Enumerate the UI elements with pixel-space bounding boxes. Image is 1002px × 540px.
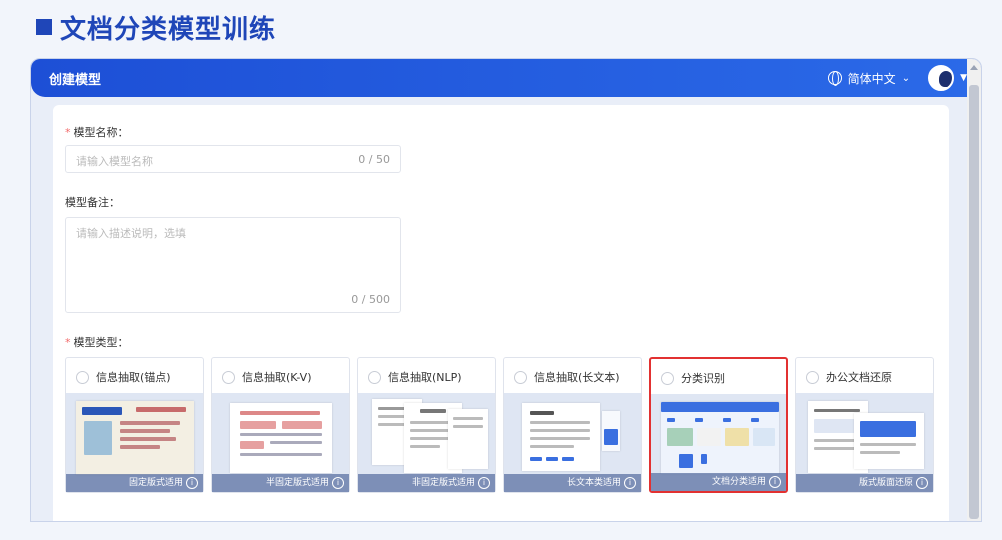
- info-icon[interactable]: i: [624, 477, 636, 489]
- page-title: 创建模型: [49, 72, 102, 88]
- radio-button[interactable]: [368, 371, 381, 384]
- preview-image: 半固定版式适用 i: [212, 393, 349, 492]
- model-type-caption: 文档分类适用: [651, 473, 786, 491]
- model-type-name: 信息抽取(K-V): [242, 371, 312, 384]
- user-menu-caret-icon[interactable]: ▼: [960, 73, 967, 83]
- info-icon[interactable]: i: [769, 476, 781, 488]
- header-actions: 简体中文 ⌄ ▼: [827, 65, 967, 91]
- slide-title-text: 文档分类模型训练: [60, 14, 277, 45]
- model-type-caption: 非固定版式适用: [358, 474, 495, 492]
- info-icon[interactable]: i: [332, 477, 344, 489]
- model-name-label: * 模型名称：: [65, 126, 129, 139]
- model-type-caption: 长文本类适用: [504, 474, 641, 492]
- vertical-scrollbar[interactable]: [967, 59, 981, 521]
- model-type-name: 信息抽取(锚点): [96, 371, 171, 384]
- chevron-down-icon[interactable]: ⌄: [902, 73, 910, 84]
- preview-image: 固定版式适用 i: [66, 393, 203, 492]
- model-remark-label: 模型备注：: [65, 196, 120, 209]
- info-icon[interactable]: i: [186, 477, 198, 489]
- model-remark-textarea[interactable]: 请输入描述说明，选填 0 / 500: [65, 217, 401, 313]
- preview-image: 非固定版式适用 i: [358, 393, 495, 492]
- model-type-card-anchor[interactable]: 信息抽取(锚点) 固定版式适用 i: [65, 357, 204, 493]
- model-type-options: 信息抽取(锚点) 固定版式适用 i 信息抽取(K-V) 半固定版式适用 i 信息…: [65, 357, 934, 493]
- radio-button[interactable]: [514, 371, 527, 384]
- title-square-marker: [36, 19, 52, 35]
- radio-button[interactable]: [661, 372, 674, 385]
- preview-image: 文档分类适用 i: [651, 394, 786, 491]
- model-type-name: 分类识别: [681, 372, 725, 385]
- model-type-label: * 模型类型：: [65, 336, 129, 349]
- preview-image: 版式版面还原 i: [796, 393, 933, 492]
- model-type-card-classification[interactable]: 分类识别 文档分类适用 i: [649, 357, 788, 493]
- model-type-name: 办公文档还原: [826, 371, 892, 384]
- radio-button[interactable]: [806, 371, 819, 384]
- info-icon[interactable]: i: [916, 477, 928, 489]
- scrollbar-thumb[interactable]: [969, 85, 979, 519]
- create-model-form: * 模型名称： 请输入模型名称 0 / 50 模型备注： 请输入描述说明，选填 0…: [53, 105, 949, 521]
- info-icon[interactable]: i: [478, 477, 490, 489]
- radio-button[interactable]: [76, 371, 89, 384]
- radio-button[interactable]: [222, 371, 235, 384]
- language-selector[interactable]: 简体中文: [848, 70, 896, 87]
- model-type-card-long-text[interactable]: 信息抽取(长文本) 长文本类适用 i: [503, 357, 642, 493]
- slide-title: 文档分类模型训练: [36, 10, 277, 45]
- model-name-placeholder: 请输入模型名称: [76, 155, 153, 168]
- model-type-card-office-doc[interactable]: 办公文档还原 版式版面还原 i: [795, 357, 934, 493]
- scroll-up-arrow-icon[interactable]: [970, 65, 978, 70]
- model-type-name: 信息抽取(NLP): [388, 371, 462, 384]
- model-name-counter: 0 / 50: [358, 153, 390, 166]
- model-type-caption: 半固定版式适用: [212, 474, 349, 492]
- app-window: 创建模型 简体中文 ⌄ ▼ * 模型名称： 请输入模型名称 0 / 50 模型备注…: [30, 58, 982, 522]
- globe-icon[interactable]: [827, 71, 842, 86]
- model-remark-placeholder: 请输入描述说明，选填: [76, 227, 186, 240]
- avatar[interactable]: [928, 65, 955, 91]
- model-name-input[interactable]: 请输入模型名称 0 / 50: [65, 145, 401, 173]
- model-type-card-nlp[interactable]: 信息抽取(NLP) 非固定版式适用 i: [357, 357, 496, 493]
- header-bar: 创建模型 简体中文 ⌄ ▼: [31, 59, 981, 97]
- model-type-caption: 版式版面还原: [796, 474, 933, 492]
- model-type-caption: 固定版式适用: [66, 474, 203, 492]
- model-type-name: 信息抽取(长文本): [534, 371, 620, 384]
- model-type-card-kv[interactable]: 信息抽取(K-V) 半固定版式适用 i: [211, 357, 350, 493]
- model-remark-counter: 0 / 500: [351, 293, 390, 306]
- preview-image: 长文本类适用 i: [504, 393, 641, 492]
